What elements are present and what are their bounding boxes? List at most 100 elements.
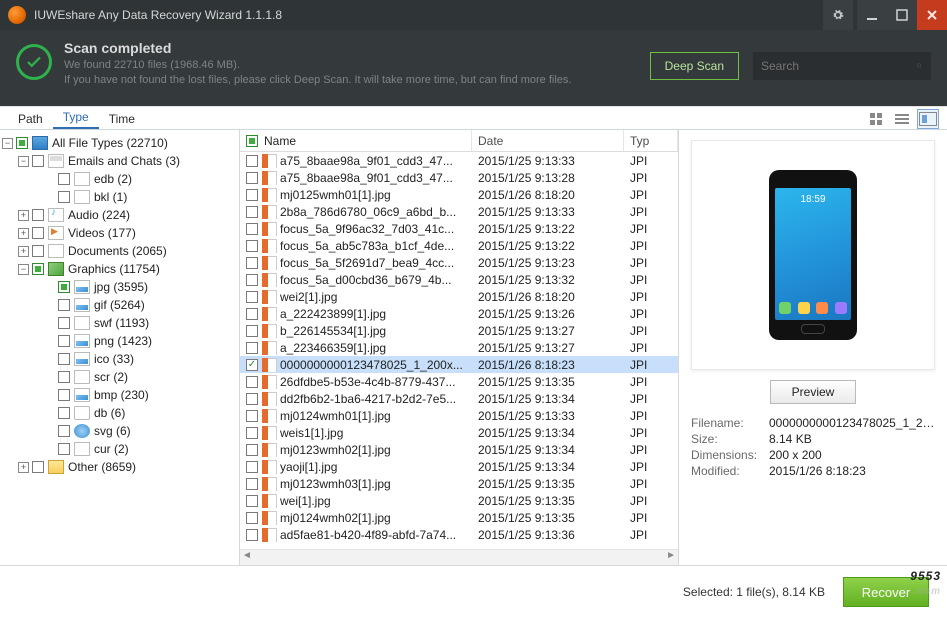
file-checkbox[interactable] [246, 444, 258, 456]
tree-bmp[interactable]: bmp (230) [94, 388, 149, 402]
file-row[interactable]: focus_5a_d00cbd36_b679_4b...2015/1/25 9:… [240, 271, 678, 288]
file-row[interactable]: yaoji[1].jpg2015/1/25 9:13:34JPI [240, 458, 678, 475]
horizontal-scrollbar[interactable] [240, 549, 678, 565]
tree-documents[interactable]: Documents (2065) [68, 244, 167, 258]
file-checkbox[interactable] [246, 393, 258, 405]
column-type[interactable]: Typ [624, 130, 678, 151]
search-input[interactable] [761, 59, 916, 73]
column-date[interactable]: Date [472, 130, 624, 151]
checkbox[interactable] [58, 443, 70, 455]
checkbox[interactable] [58, 425, 70, 437]
tree-ico[interactable]: ico (33) [94, 352, 134, 366]
file-row[interactable]: wei2[1].jpg2015/1/26 8:18:20JPI [240, 288, 678, 305]
file-checkbox[interactable] [246, 240, 258, 252]
file-checkbox[interactable] [246, 495, 258, 507]
file-checkbox[interactable] [246, 291, 258, 303]
checkbox[interactable] [32, 227, 44, 239]
expand-toggle[interactable]: + [18, 210, 29, 221]
search-box[interactable] [753, 52, 931, 80]
settings-button[interactable] [823, 0, 853, 30]
tree-root[interactable]: All File Types (22710) [52, 136, 168, 150]
tree-db[interactable]: db (6) [94, 406, 125, 420]
tab-type[interactable]: Type [53, 106, 99, 129]
file-checkbox[interactable] [246, 427, 258, 439]
file-type-tree[interactable]: − All File Types (22710) − Emails and Chat… [0, 130, 240, 565]
recover-button[interactable]: Recover [843, 577, 929, 607]
file-checkbox[interactable] [246, 512, 258, 524]
file-row[interactable]: focus_5a_5f2691d7_bea9_4cc...2015/1/25 9… [240, 254, 678, 271]
file-row[interactable]: 2b8a_786d6780_06c9_a6bd_b...2015/1/25 9:… [240, 203, 678, 220]
expand-toggle[interactable]: − [18, 156, 29, 167]
tree-swf[interactable]: swf (1193) [94, 316, 149, 330]
expand-toggle[interactable]: − [18, 264, 29, 275]
file-checkbox[interactable] [246, 461, 258, 473]
file-checkbox[interactable] [246, 308, 258, 320]
file-checkbox[interactable] [246, 529, 258, 541]
checkbox[interactable] [58, 191, 70, 203]
tree-gif[interactable]: gif (5264) [94, 298, 145, 312]
tree-cur[interactable]: cur (2) [94, 442, 129, 456]
tree-graphics[interactable]: Graphics (11754) [68, 262, 160, 276]
preview-button[interactable]: Preview [770, 380, 856, 404]
checkbox[interactable] [32, 461, 44, 473]
expand-toggle[interactable]: + [18, 246, 29, 257]
file-checkbox[interactable] [246, 478, 258, 490]
tree-scr[interactable]: scr (2) [94, 370, 128, 384]
tree-emails[interactable]: Emails and Chats (3) [68, 154, 180, 168]
checkbox[interactable] [58, 281, 70, 293]
tree-png[interactable]: png (1423) [94, 334, 152, 348]
file-row[interactable]: ✓0000000000123478025_1_200x...2015/1/26 … [240, 356, 678, 373]
checkbox[interactable] [58, 389, 70, 401]
maximize-button[interactable] [887, 0, 917, 30]
checkbox[interactable] [32, 263, 44, 275]
file-row[interactable]: a_222423899[1].jpg2015/1/25 9:13:26JPI [240, 305, 678, 322]
minimize-button[interactable] [857, 0, 887, 30]
file-row[interactable]: mj0124wmh01[1].jpg2015/1/25 9:13:33JPI [240, 407, 678, 424]
file-checkbox[interactable] [246, 189, 258, 201]
expand-toggle[interactable]: + [18, 228, 29, 239]
checkbox[interactable] [16, 137, 28, 149]
checkbox[interactable] [32, 155, 44, 167]
tree-bkl[interactable]: bkl (1) [94, 190, 127, 204]
expand-toggle[interactable]: + [18, 462, 29, 473]
checkbox[interactable] [58, 371, 70, 383]
checkbox[interactable] [58, 299, 70, 311]
tab-path[interactable]: Path [8, 108, 53, 129]
file-row[interactable]: focus_5a_ab5c783a_b1cf_4de...2015/1/25 9… [240, 237, 678, 254]
file-checkbox[interactable]: ✓ [246, 359, 258, 371]
file-row[interactable]: weis1[1].jpg2015/1/25 9:13:34JPI [240, 424, 678, 441]
file-row[interactable]: a75_8baae98a_9f01_cdd3_47...2015/1/25 9:… [240, 152, 678, 169]
file-row[interactable]: mj0124wmh02[1].jpg2015/1/25 9:13:35JPI [240, 509, 678, 526]
file-row[interactable]: 26dfdbe5-b53e-4c4b-8779-437...2015/1/25 … [240, 373, 678, 390]
checkbox[interactable] [32, 245, 44, 257]
file-checkbox[interactable] [246, 206, 258, 218]
file-row[interactable]: dd2fb6b2-1ba6-4217-b2d2-7e5...2015/1/25 … [240, 390, 678, 407]
checkbox[interactable] [58, 407, 70, 419]
column-name[interactable]: Name [240, 130, 472, 151]
file-row[interactable]: mj0123wmh02[1].jpg2015/1/25 9:13:34JPI [240, 441, 678, 458]
file-checkbox[interactable] [246, 342, 258, 354]
file-row[interactable]: mj0125wmh01[1].jpg2015/1/26 8:18:20JPI [240, 186, 678, 203]
file-list[interactable]: a75_8baae98a_9f01_cdd3_47...2015/1/25 9:… [240, 152, 678, 549]
file-row[interactable]: a_223466359[1].jpg2015/1/25 9:13:27JPI [240, 339, 678, 356]
checkbox[interactable] [58, 353, 70, 365]
file-checkbox[interactable] [246, 274, 258, 286]
view-list-button[interactable] [891, 109, 913, 129]
checkbox[interactable] [58, 335, 70, 347]
file-row[interactable]: focus_5a_9f96ac32_7d03_41c...2015/1/25 9… [240, 220, 678, 237]
view-thumbnails-button[interactable] [865, 109, 887, 129]
file-row[interactable]: a75_8baae98a_9f01_cdd3_47...2015/1/25 9:… [240, 169, 678, 186]
file-checkbox[interactable] [246, 155, 258, 167]
tab-time[interactable]: Time [99, 108, 145, 129]
file-checkbox[interactable] [246, 257, 258, 269]
file-row[interactable]: mj0123wmh03[1].jpg2015/1/25 9:13:35JPI [240, 475, 678, 492]
checkbox[interactable] [58, 173, 70, 185]
tree-edb[interactable]: edb (2) [94, 172, 132, 186]
tree-other[interactable]: Other (8659) [68, 460, 136, 474]
file-checkbox[interactable] [246, 376, 258, 388]
tree-audio[interactable]: Audio (224) [68, 208, 130, 222]
deep-scan-button[interactable]: Deep Scan [650, 52, 739, 80]
checkbox[interactable] [32, 209, 44, 221]
file-row[interactable]: b_226145534[1].jpg2015/1/25 9:13:27JPI [240, 322, 678, 339]
view-details-button[interactable] [917, 109, 939, 129]
